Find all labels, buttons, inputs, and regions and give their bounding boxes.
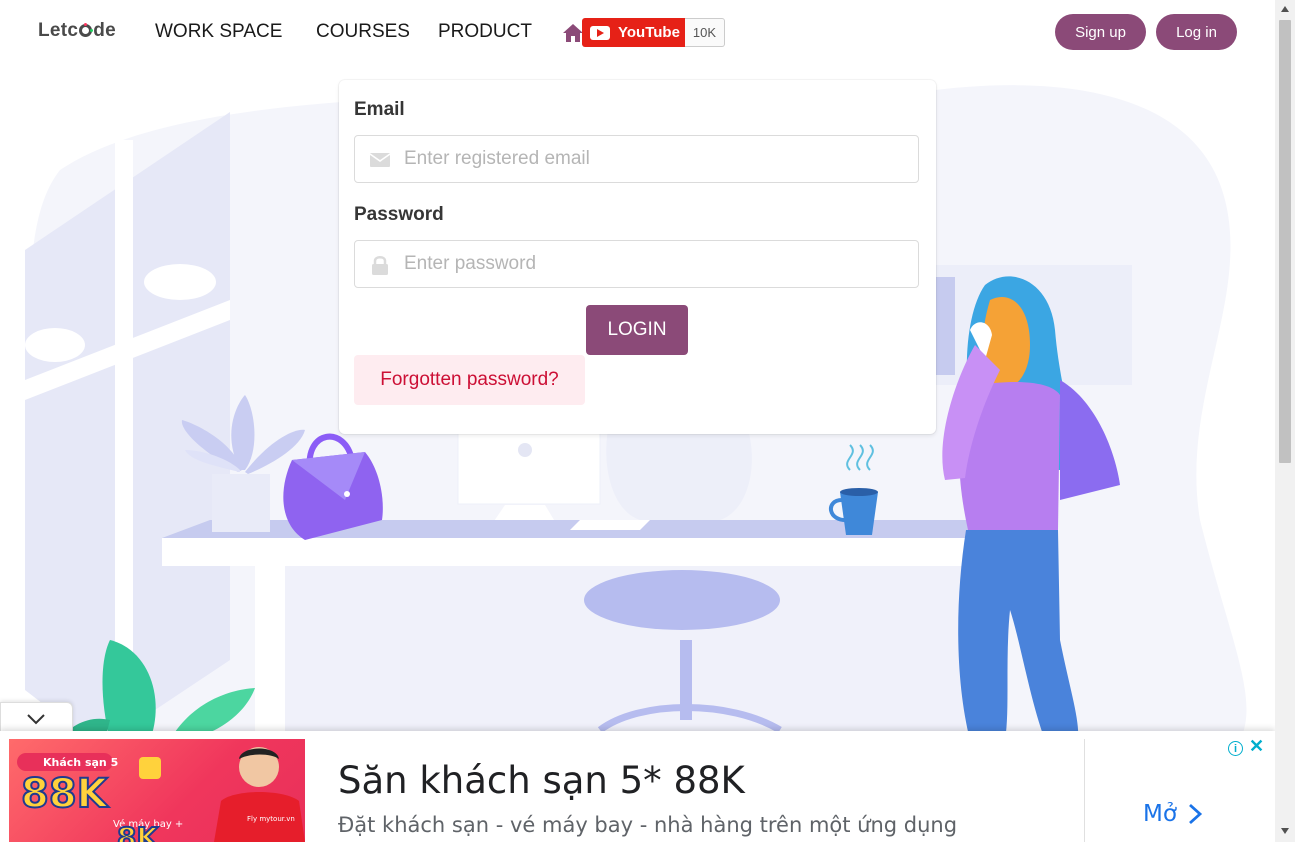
info-icon[interactable]: i	[1228, 741, 1243, 756]
letcode-logo[interactable]: Letc de	[38, 20, 116, 42]
signup-button[interactable]: Sign up	[1055, 14, 1146, 50]
ad-divider	[1084, 739, 1085, 842]
scroll-thumb[interactable]	[1279, 20, 1291, 463]
forgot-password-button[interactable]: Forgotten password?	[354, 355, 585, 405]
password-field[interactable]	[354, 240, 919, 288]
nav-product[interactable]: PRODUCT	[438, 21, 532, 43]
logo-o-mark	[79, 23, 94, 37]
ad-open-button[interactable]: Mở	[1143, 801, 1203, 827]
email-label: Email	[354, 99, 405, 120]
ad-image-badge: Khách sạn 5	[43, 756, 118, 769]
youtube-icon	[590, 25, 610, 40]
chevron-down-icon	[27, 714, 45, 725]
login-card: Email Password LOGIN Forgotten password?	[339, 80, 936, 434]
ad-subtitle[interactable]: Đặt khách sạn - vé máy bay - nhà hàng tr…	[338, 813, 957, 837]
ad-title[interactable]: Săn khách sạn 5* 88K	[338, 759, 745, 802]
scroll-up-arrow-icon[interactable]	[1281, 6, 1289, 12]
nav-courses[interactable]: COURSES	[316, 21, 410, 43]
scroll-down-arrow-icon[interactable]	[1281, 828, 1289, 834]
close-icon[interactable]: ✕	[1249, 737, 1264, 755]
home-icon[interactable]	[562, 22, 584, 44]
email-field[interactable]	[354, 135, 919, 183]
ad-open-label: Mở	[1143, 801, 1177, 827]
ad-banner[interactable]: Khách sạn 5 88K Vé máy bay + 8K Fly myto…	[0, 731, 1275, 842]
ad-image-price: 88K	[21, 771, 110, 817]
password-input[interactable]	[404, 241, 904, 287]
login-button[interactable]: LOGIN	[586, 305, 688, 355]
youtube-subscribe-button[interactable]: YouTube	[582, 18, 685, 47]
ad-image[interactable]: Khách sạn 5 88K Vé máy bay + 8K Fly myto…	[9, 739, 305, 842]
chevron-right-icon	[1188, 803, 1203, 825]
lock-icon	[372, 256, 388, 275]
ad-image-shirt: Fly mytour.vn	[247, 815, 295, 823]
email-input[interactable]	[404, 136, 904, 182]
page-scrollbar[interactable]	[1275, 0, 1295, 842]
ad-image-price2: 8K	[117, 821, 159, 842]
login-nav-button[interactable]: Log in	[1156, 14, 1237, 50]
youtube-label: YouTube	[618, 24, 680, 41]
youtube-subscriber-count: 10K	[685, 18, 725, 47]
nav-work-space[interactable]: WORK SPACE	[155, 21, 282, 43]
password-label: Password	[354, 204, 444, 225]
envelope-icon	[369, 153, 391, 167]
top-navbar: Letc de WORK SPACE COURSES PRODUCT YouTub…	[0, 0, 1275, 66]
ad-image-art: Khách sạn 5 88K Vé máy bay + 8K Fly myto…	[17, 747, 305, 842]
